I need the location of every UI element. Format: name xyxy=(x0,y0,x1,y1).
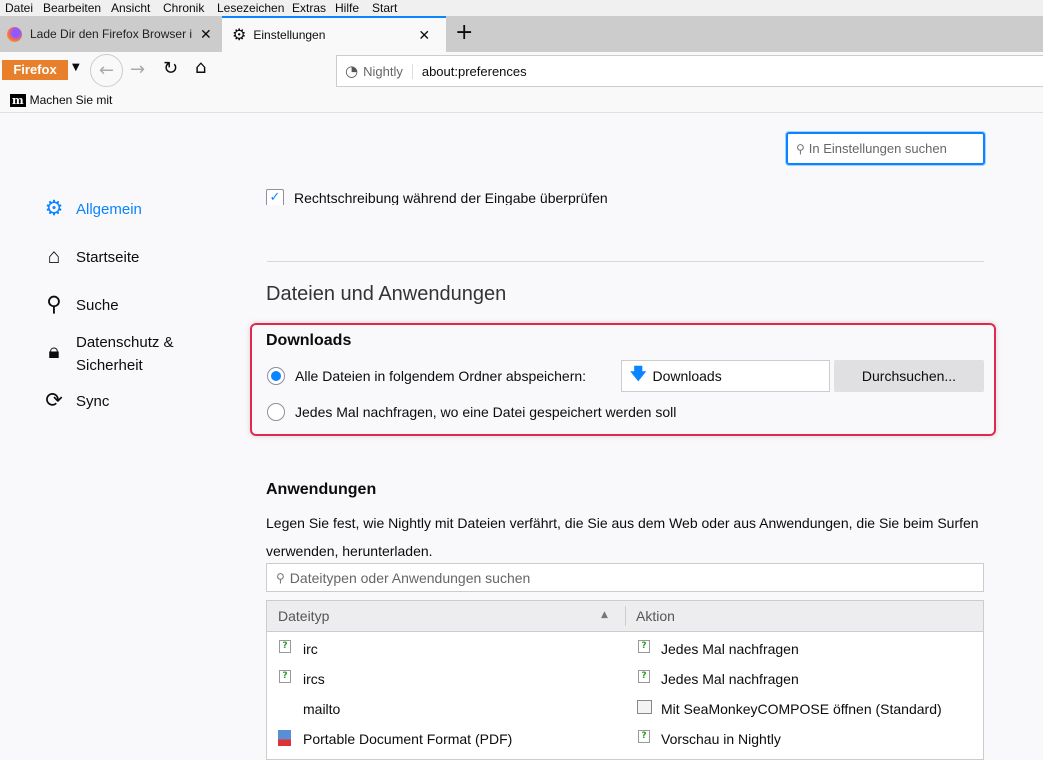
identity-label[interactable]: Nightly xyxy=(363,63,413,79)
home-icon: ⌂ xyxy=(47,245,61,268)
tab-firefox-download[interactable]: Lade Dir den Firefox Browser in ✕ xyxy=(0,16,222,52)
table-row[interactable]: ? ircs ? Jedes Mal nachfragen xyxy=(267,663,983,693)
nightly-identity-icon: ◔ xyxy=(345,62,359,80)
checkmark-icon: ✓ xyxy=(266,189,284,205)
url-bar[interactable]: ◔ Nightly about:preferences xyxy=(336,55,1043,87)
gear-icon: ⚙ xyxy=(232,27,247,44)
gear-icon: ⚙ xyxy=(44,197,64,220)
applications-search-input[interactable]: ⚲ Dateitypen oder Anwendungen suchen xyxy=(266,563,984,592)
back-button[interactable]: ← xyxy=(90,54,123,87)
search-settings-input[interactable]: ⚲ In Einstellungen suchen xyxy=(786,132,985,165)
sidebar-item-sync[interactable]: ⟳ Sync xyxy=(42,390,109,414)
sidebar-item-suche[interactable]: ⚲ Suche xyxy=(42,293,118,318)
menu-ansicht[interactable]: Ansicht xyxy=(111,1,150,15)
menu-start[interactable]: Start xyxy=(372,1,397,15)
chevron-down-icon[interactable]: ▼ xyxy=(72,62,80,73)
menu-extras[interactable]: Extras xyxy=(292,1,326,15)
ask-icon: ? xyxy=(638,640,650,653)
close-tab-icon[interactable]: ✕ xyxy=(200,26,212,43)
search-icon: ⚲ xyxy=(46,293,62,316)
table-header: Dateityp ▲ Aktion xyxy=(267,601,983,632)
applications-description: Legen Sie fest, wie Nightly mit Dateien … xyxy=(266,515,979,559)
tab-einstellungen[interactable]: ⚙ Einstellungen ✕ xyxy=(222,16,446,52)
lock-icon: 🔒︎ xyxy=(48,340,60,363)
table-row[interactable]: mailto Mit SeaMonkeyCOMPOSE öffnen (Stan… xyxy=(267,693,983,723)
sidebar-item-datenschutz[interactable]: 🔒︎ Datenschutz & Sicherheit xyxy=(42,331,191,377)
firefox-logo-icon xyxy=(7,26,22,42)
url-text[interactable]: about:preferences xyxy=(422,64,527,79)
radio-selected-icon xyxy=(267,367,285,385)
ask-icon: ? xyxy=(638,730,650,743)
divider xyxy=(267,261,984,262)
firefox-menu-button[interactable]: Firefox xyxy=(2,60,68,80)
application-icon xyxy=(637,700,652,714)
sync-icon: ⟳ xyxy=(45,389,63,412)
search-icon: ⚲ xyxy=(276,570,285,585)
menu-datei[interactable]: Datei xyxy=(5,1,33,15)
nav-bar: Firefox ▼ ← → ↻ ⌂ ◔ Nightly about:prefer… xyxy=(0,52,1043,89)
search-icon: ⚲ xyxy=(796,141,805,156)
menu-lesezeichen[interactable]: Lesezeichen xyxy=(217,1,284,15)
unknown-type-icon: ? xyxy=(279,670,291,683)
table-row[interactable]: Portable Document Format (PDF) ? Vorscha… xyxy=(267,723,983,753)
sort-ascending-icon: ▲ xyxy=(601,610,608,620)
tab-label: Lade Dir den Firefox Browser in xyxy=(30,27,192,41)
downloads-heading: Downloads xyxy=(266,332,352,349)
tab-bar: Lade Dir den Firefox Browser in ✕ ⚙ Eins… xyxy=(0,16,1043,52)
bookmarks-toolbar: m Machen Sie mit xyxy=(0,89,1043,113)
column-divider[interactable] xyxy=(625,606,626,626)
radio-ask-each-time[interactable]: Jedes Mal nachfragen, wo eine Datei gesp… xyxy=(267,403,676,421)
ask-icon: ? xyxy=(638,670,650,683)
applications-heading: Anwendungen xyxy=(266,481,377,498)
section-heading-files: Dateien und Anwendungen xyxy=(266,283,507,305)
close-tab-icon[interactable]: ✕ xyxy=(418,27,430,44)
bookmark-machen-sie-mit[interactable]: m Machen Sie mit xyxy=(10,93,112,107)
table-row[interactable]: ? irc ? Jedes Mal nachfragen xyxy=(267,633,983,663)
menu-hilfe[interactable]: Hilfe xyxy=(335,1,359,15)
tab-label: Einstellungen xyxy=(253,28,326,42)
sidebar-item-startseite[interactable]: ⌂ Startseite xyxy=(42,245,140,270)
menu-bearbeiten[interactable]: Bearbeiten xyxy=(43,1,101,15)
menu-chronik[interactable]: Chronik xyxy=(163,1,204,15)
column-header-aktion[interactable]: Aktion xyxy=(636,608,675,624)
forward-button[interactable]: → xyxy=(130,59,145,80)
spellcheck-checkbox[interactable]: ✓ Rechtschreibung während der Eingabe üb… xyxy=(266,189,608,205)
download-folder-field[interactable]: 🡇 Downloads xyxy=(621,360,830,392)
browse-button[interactable]: Durchsuchen... xyxy=(834,360,984,392)
download-arrow-icon: 🡇 xyxy=(630,363,647,383)
home-button[interactable]: ⌂ xyxy=(195,57,206,78)
radio-save-folder[interactable]: Alle Dateien in folgendem Ordner abspeic… xyxy=(267,367,586,385)
menu-bar: Datei Bearbeiten Ansicht Chronik Lesezei… xyxy=(0,0,1043,16)
radio-unselected-icon xyxy=(267,403,285,421)
mozilla-m-icon: m xyxy=(10,93,26,107)
unknown-type-icon: ? xyxy=(279,640,291,653)
sidebar-item-allgemein[interactable]: ⚙ Allgemein xyxy=(42,198,142,222)
reload-button[interactable]: ↻ xyxy=(163,58,178,79)
column-header-dateityp[interactable]: Dateityp xyxy=(278,608,329,624)
applications-table: Dateityp ▲ Aktion ? irc ? Jedes Mal nach… xyxy=(266,600,984,760)
spellcheck-clip: ✓ Rechtschreibung während der Eingabe üb… xyxy=(260,185,990,205)
pdf-icon xyxy=(278,730,291,746)
new-tab-button[interactable]: + xyxy=(455,20,473,45)
